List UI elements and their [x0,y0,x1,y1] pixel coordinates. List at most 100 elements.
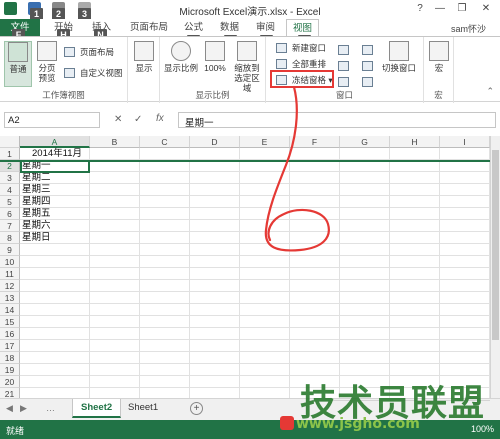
row-header[interactable]: 4 [0,184,20,196]
grid-row-line [20,315,496,316]
new-window-button[interactable]: 新建窗口 [276,41,326,55]
row-header[interactable]: 19 [0,364,20,376]
tab-data[interactable]: 数据 [214,19,245,36]
vertical-scrollbar[interactable] [490,136,500,398]
column-header[interactable]: E [240,136,290,148]
sheet-next-icon[interactable]: ▶ [20,403,27,414]
zoom-to-selection-button[interactable]: 缩放到选定区域 [230,41,264,93]
cell-a3[interactable]: 星期二 [22,172,51,184]
selected-cell[interactable] [20,160,90,173]
row-header[interactable]: 8 [0,232,20,244]
row-header[interactable]: 20 [0,376,20,388]
page-layout-icon [64,47,75,57]
sync-scroll-button[interactable] [362,59,376,73]
arrange-all-button[interactable]: 全部重排 [276,57,326,71]
column-header[interactable]: A [20,136,90,148]
row-header[interactable]: 1 [0,148,20,160]
cell-a5[interactable]: 星期四 [22,196,51,208]
tab-review[interactable]: 审阅 [250,19,281,36]
formula-input[interactable]: 星期一 [178,112,496,129]
row-header[interactable]: 6 [0,208,20,220]
row-header[interactable]: 3 [0,172,20,184]
cell-a8[interactable]: 星期日 [22,232,51,244]
macros-icon [429,41,449,61]
switch-windows-icon [389,41,409,61]
tab-view[interactable]: 视图 [286,19,320,36]
column-header[interactable]: H [390,136,440,148]
name-box[interactable]: A2 [4,112,100,128]
reset-position-button[interactable] [362,75,376,89]
zoom-button[interactable]: 显示比例 [162,41,200,73]
restore-button[interactable]: ❐ [454,2,470,16]
page-break-icon [37,41,57,61]
cell-a4[interactable]: 星期三 [22,184,51,196]
custom-views-button[interactable]: 自定义视图 [64,66,123,80]
grid-row-line [20,267,496,268]
page-layout-view-button[interactable]: 页面布局 [64,45,114,59]
custom-views-icon [64,68,75,78]
sync-scroll-icon [362,61,373,71]
hide-button[interactable] [338,59,352,73]
row-header[interactable]: 13 [0,292,20,304]
row-header[interactable]: 12 [0,280,20,292]
sheet-prev-icon[interactable]: ◀ [6,403,13,414]
split-button[interactable] [338,43,352,57]
cell-a1[interactable]: 2014年11月 [32,148,82,160]
grid-row-line [20,195,496,196]
enter-icon[interactable]: ✓ [134,114,142,125]
formula-bar: A2 ✕ ✓ fx 星期一 [0,110,500,130]
group-show: 显示 [128,37,160,103]
show-button[interactable]: 显示 [132,41,156,73]
normal-view-button[interactable]: 普通 [4,41,32,87]
row-header[interactable]: 14 [0,304,20,316]
row-header[interactable]: 18 [0,352,20,364]
column-header[interactable]: C [140,136,190,148]
view-side-by-side-button[interactable] [362,43,376,57]
row-header[interactable]: 16 [0,328,20,340]
tab-formulas[interactable]: 公式 [178,19,209,36]
grid-row-line [20,171,496,172]
help-button[interactable]: ? [412,2,428,16]
macros-button[interactable]: 宏 [428,41,450,73]
switch-windows-button[interactable]: 切换窗口 [378,41,420,73]
show-icon [134,41,154,61]
user-account[interactable]: sam怀沙 [451,22,486,35]
worksheet-grid[interactable]: ABCDEFGHI 1 2 3 4 5 6 7 8 9 10 11 12 13 14 15 16 17 18 19 2… [0,136,496,398]
close-button[interactable]: ✕ [478,2,494,16]
row-header[interactable]: 11 [0,268,20,280]
group-workbook-views: 普通 分页预览 页面布局 自定义视图 工作簿视图 [0,37,128,103]
group-label-macros: 宏 [434,90,443,100]
zoom-100-button[interactable]: 100% [202,41,228,73]
row-header[interactable]: 17 [0,340,20,352]
cell-a7[interactable]: 星期六 [22,220,51,232]
column-header[interactable]: I [440,136,490,148]
unhide-button[interactable] [338,75,352,89]
column-header[interactable]: F [290,136,340,148]
cancel-icon[interactable]: ✕ [114,114,122,125]
minimize-button[interactable]: — [432,2,448,16]
collapse-ribbon-icon[interactable]: ⌃ [486,86,494,97]
row-header[interactable]: 7 [0,220,20,232]
row-header[interactable]: 9 [0,244,20,256]
sheet-tab-sheet2[interactable]: Sheet2 [72,399,122,418]
grid-row-line [20,363,496,364]
tab-page-layout[interactable]: 页面布局 [124,19,174,36]
column-header[interactable]: G [340,136,390,148]
page-break-preview-button[interactable]: 分页预览 [34,41,60,83]
cell-a6[interactable]: 星期五 [22,208,51,220]
select-all-corner[interactable] [0,136,20,148]
sheet-more-icon[interactable]: … [46,403,55,413]
row-header[interactable]: 10 [0,256,20,268]
row-header[interactable]: 15 [0,316,20,328]
unhide-icon [338,77,349,87]
grid-row-line [20,279,496,280]
vertical-scroll-thumb[interactable] [492,150,499,340]
column-header[interactable]: D [190,136,240,148]
add-sheet-button[interactable]: + [190,402,203,415]
fx-icon[interactable]: fx [156,113,164,124]
row-header[interactable]: 5 [0,196,20,208]
sheet-tab-sheet1[interactable]: Sheet1 [120,399,166,418]
row-header[interactable]: 21 [0,388,20,398]
column-header[interactable]: B [90,136,140,148]
ribbon: 普通 分页预览 页面布局 自定义视图 工作簿视图 显示 显示比例 100% 缩放… [0,36,500,103]
